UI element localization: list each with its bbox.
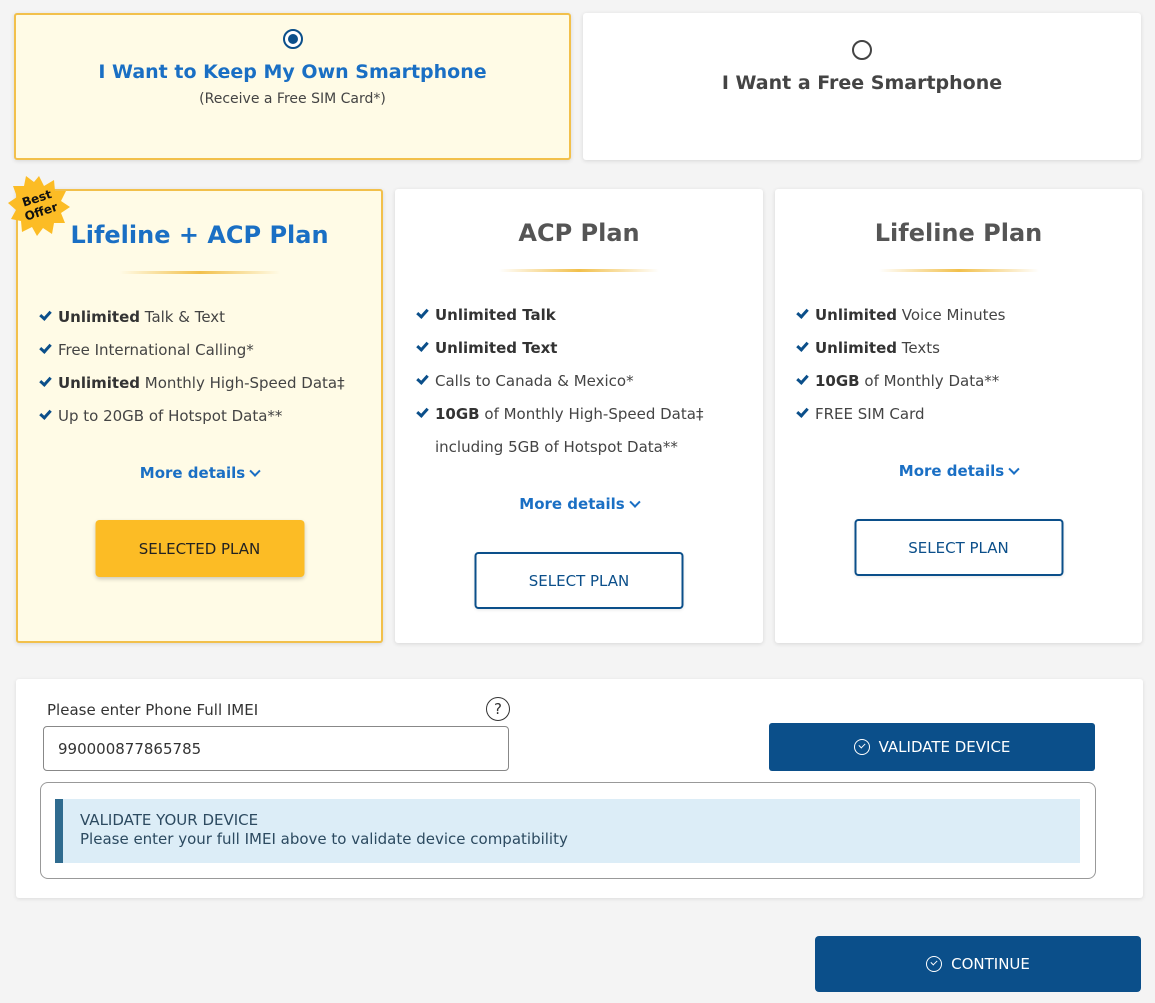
feature-item: Unlimited Monthly High-Speed Data‡ (39, 367, 371, 400)
check-icon (39, 407, 52, 420)
more-details-link[interactable]: More details (395, 495, 763, 513)
plan-card-lifeline-acp[interactable]: Lifeline + ACP Plan Unlimited Talk & Tex… (16, 189, 383, 643)
alert-message: Please enter your full IMEI above to val… (80, 830, 568, 848)
validation-alert: VALIDATE YOUR DEVICE Please enter your f… (55, 799, 1080, 863)
feature-item: FREE SIM Card (796, 398, 1132, 431)
plan-title-underline (499, 269, 659, 272)
check-icon (796, 405, 809, 418)
feature-item: Unlimited Talk (416, 299, 753, 332)
check-icon (416, 405, 429, 418)
keep-own-phone-title: I Want to Keep My Own Smartphone (98, 61, 487, 83)
check-icon (416, 306, 429, 319)
check-circle-icon (926, 956, 943, 972)
keep-own-phone-subtitle: (Receive a Free SIM Card*) (199, 91, 386, 107)
plan-card-lifeline[interactable]: Lifeline Plan Unlimited Voice Minutes Un… (775, 189, 1142, 643)
validate-device-button[interactable]: VALIDATE DEVICE (769, 723, 1095, 771)
feature-item: Unlimited Talk & Text (39, 301, 371, 334)
imei-panel: Please enter Phone Full IMEI ? VALIDATE … (16, 679, 1143, 898)
check-icon (796, 372, 809, 385)
check-icon (796, 339, 809, 352)
feature-item: 10GB of Monthly High-Speed Data‡ includin… (416, 398, 753, 464)
keep-own-phone-option[interactable]: I Want to Keep My Own Smartphone (Receiv… (14, 13, 571, 160)
plan-title: Lifeline + ACP Plan (70, 221, 329, 249)
more-details-link[interactable]: More details (775, 462, 1142, 480)
plan-title-underline (878, 269, 1039, 272)
imei-label: Please enter Phone Full IMEI (47, 701, 259, 719)
feature-item: Free International Calling* (39, 334, 371, 367)
plan-feature-list: Unlimited Voice Minutes Unlimited Texts … (796, 299, 1132, 431)
free-phone-option[interactable]: I Want a Free Smartphone (583, 13, 1141, 160)
check-icon (39, 308, 52, 321)
feature-item: 10GB of Monthly Data** (796, 365, 1132, 398)
feature-item: Unlimited Texts (796, 332, 1132, 365)
plan-feature-list: Unlimited Talk & Text Free International… (39, 301, 371, 433)
free-phone-title: I Want a Free Smartphone (721, 72, 1003, 94)
plan-title-underline (119, 271, 280, 274)
chevron-down-icon (249, 465, 261, 477)
check-icon (416, 372, 429, 385)
feature-item: Calls to Canada & Mexico* (416, 365, 753, 398)
select-plan-button[interactable]: SELECT PLAN (474, 552, 684, 609)
selected-plan-button[interactable]: SELECTED PLAN (95, 520, 304, 577)
feature-item: Unlimited Voice Minutes (796, 299, 1132, 332)
alert-title: VALIDATE YOUR DEVICE (80, 811, 259, 829)
plan-card-acp[interactable]: ACP Plan Unlimited Talk Unlimited Text C… (395, 189, 763, 643)
check-icon (39, 341, 52, 354)
validation-alert-container: VALIDATE YOUR DEVICE Please enter your f… (40, 782, 1096, 879)
best-offer-badge: Best Offer (8, 174, 70, 236)
free-phone-radio[interactable] (852, 40, 872, 60)
imei-input[interactable] (43, 726, 509, 771)
check-icon (416, 339, 429, 352)
check-circle-icon (853, 739, 870, 755)
feature-item: Unlimited Text (416, 332, 753, 365)
plan-title: Lifeline Plan (874, 219, 1043, 247)
plan-title: ACP Plan (518, 219, 640, 247)
chevron-down-icon (629, 496, 641, 508)
more-details-link[interactable]: More details (18, 464, 381, 482)
continue-button[interactable]: CONTINUE (815, 936, 1141, 992)
chevron-down-icon (1008, 463, 1020, 475)
feature-item: Up to 20GB of Hotspot Data** (39, 400, 371, 433)
check-icon (796, 306, 809, 319)
keep-own-phone-radio[interactable] (282, 29, 303, 49)
plan-feature-list: Unlimited Talk Unlimited Text Calls to C… (416, 299, 753, 464)
check-icon (39, 374, 52, 387)
select-plan-button[interactable]: SELECT PLAN (854, 519, 1063, 576)
help-icon[interactable]: ? (486, 697, 510, 721)
